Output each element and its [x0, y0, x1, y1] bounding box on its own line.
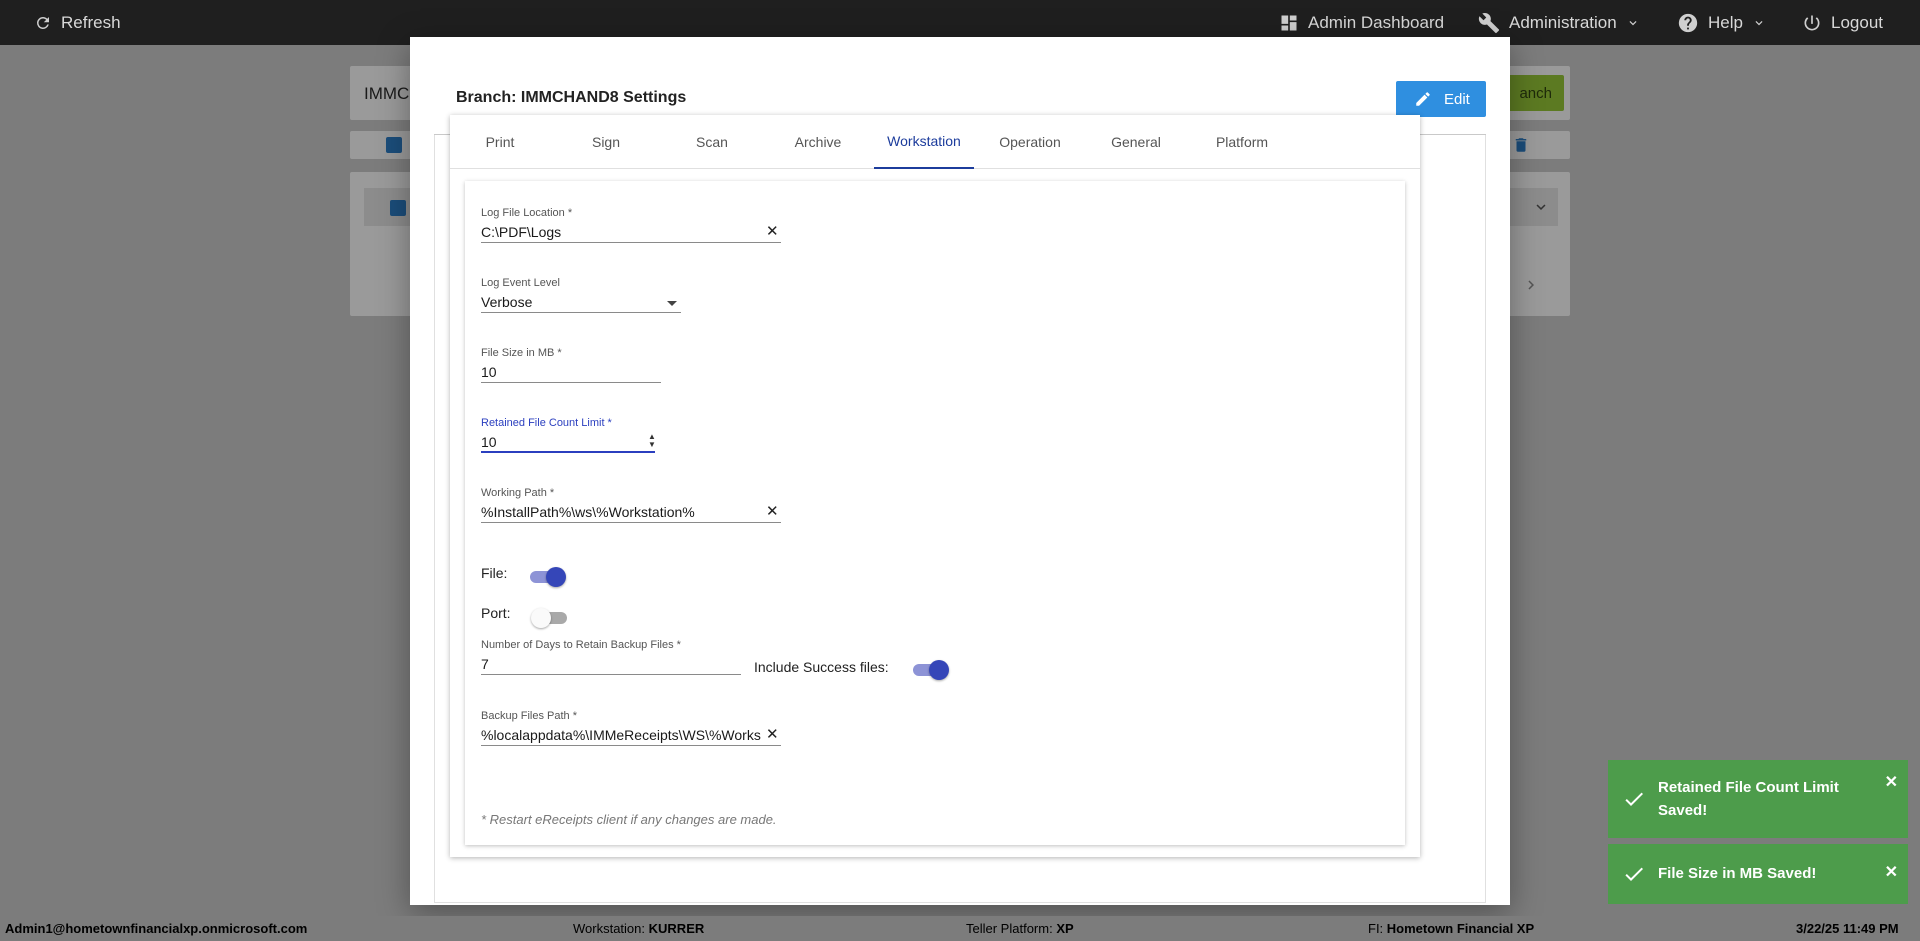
close-icon[interactable]: ✕ — [1885, 862, 1898, 882]
background-add-branch-label: anch — [1519, 84, 1552, 102]
underline-focused — [481, 451, 655, 453]
underline — [481, 674, 741, 675]
status-bar: Admin1@hometownfinancialxp.onmicrosoft.c… — [0, 916, 1920, 941]
clear-icon[interactable]: ✕ — [766, 222, 779, 240]
logout-button[interactable]: Logout — [1802, 0, 1883, 45]
underline — [481, 312, 681, 313]
logout-label: Logout — [1831, 12, 1883, 32]
pencil-icon — [1416, 92, 1430, 106]
edit-label: Edit — [1444, 90, 1470, 108]
log-file-location-input[interactable]: C:\PDF\Logs — [481, 224, 751, 240]
log-event-level-select[interactable]: Log Event Level Verbose — [481, 277, 681, 313]
backup-days-input[interactable]: 7 — [481, 656, 489, 672]
toast-message-line1: Retained File Count Limit — [1658, 779, 1839, 796]
retained-file-count-input[interactable]: 10 — [481, 434, 497, 450]
backup-days-label: Number of Days to Retain Backup Files * — [481, 639, 681, 651]
backup-path-input[interactable]: %localappdata%\IMMeReceipts\WS\%Works — [481, 727, 761, 743]
tab-scan[interactable]: Scan — [662, 115, 762, 169]
port-toggle[interactable] — [531, 607, 569, 628]
log-event-level-label: Log Event Level — [481, 277, 560, 289]
refresh-icon — [36, 16, 49, 29]
status-fi: FI: Hometown Financial XP — [1368, 921, 1535, 936]
file-toggle-label: File: — [481, 565, 508, 581]
chevron-right-icon[interactable] — [1522, 276, 1540, 294]
tab-operation[interactable]: Operation — [980, 115, 1080, 169]
close-icon[interactable]: ✕ — [1885, 772, 1898, 792]
working-path-field[interactable]: Working Path * %InstallPath%\ws\%Worksta… — [481, 487, 781, 523]
include-success-label: Include Success files: — [754, 659, 889, 675]
tab-platform[interactable]: Platform — [1192, 115, 1292, 169]
file-toggle[interactable] — [528, 566, 566, 587]
toast-message: File Size in MB Saved! — [1658, 865, 1817, 882]
underline — [481, 522, 781, 523]
background-select-all-checkbox[interactable] — [386, 137, 402, 153]
help-label: Help — [1708, 12, 1743, 32]
retained-file-count-label: Retained File Count Limit * — [481, 417, 612, 429]
settings-tab-card: Print Sign Scan Archive Workstation Oper… — [450, 115, 1420, 857]
dashboard-icon — [1281, 15, 1297, 30]
status-datetime: 3/22/25 11:49 PM — [1796, 921, 1899, 936]
dropdown-arrow-icon[interactable] — [667, 301, 677, 306]
retained-file-count-field[interactable]: Retained File Count Limit * 10 ▲ ▼ — [481, 417, 661, 453]
log-file-location-field[interactable]: Log File Location * C:\PDF\Logs ✕ — [481, 207, 781, 243]
edit-button[interactable]: Edit — [1396, 81, 1486, 117]
settings-tabs: Print Sign Scan Archive Workstation Oper… — [450, 115, 1420, 169]
tab-general[interactable]: General — [1086, 115, 1186, 169]
background-row-checkbox[interactable] — [390, 200, 406, 216]
workstation-settings-panel: Log File Location * C:\PDF\Logs ✕ Log Ev… — [465, 181, 1405, 845]
chevron-down-icon[interactable] — [1532, 198, 1550, 216]
clear-icon[interactable]: ✕ — [766, 502, 779, 520]
help-menu[interactable]: Help — [1677, 0, 1766, 45]
working-path-label: Working Path * — [481, 487, 555, 499]
toast-retained-count-saved: Retained File Count Limit Saved! ✕ — [1608, 760, 1908, 838]
working-path-input[interactable]: %InstallPath%\ws\%Workstation% — [481, 504, 751, 520]
backup-path-field[interactable]: Backup Files Path * %localappdata%\IMMeR… — [481, 710, 781, 746]
check-icon — [1625, 792, 1643, 806]
refresh-label: Refresh — [61, 12, 121, 32]
underline — [481, 745, 781, 746]
port-toggle-label: Port: — [481, 605, 511, 621]
status-teller-platform: Teller Platform: XP — [966, 921, 1074, 936]
help-icon — [1678, 13, 1698, 32]
admin-dashboard-label: Admin Dashboard — [1308, 12, 1445, 32]
tab-workstation[interactable]: Workstation — [874, 115, 974, 169]
administration-label: Administration — [1509, 12, 1617, 32]
background-delete-icon[interactable] — [1512, 135, 1530, 155]
log-file-location-label: Log File Location * — [481, 207, 573, 219]
log-event-level-value: Verbose — [481, 294, 533, 310]
file-size-mb-field[interactable]: File Size in MB * 10 — [481, 347, 661, 383]
chevron-down-icon — [1755, 20, 1763, 25]
file-size-mb-label: File Size in MB * — [481, 347, 562, 359]
backup-path-label: Backup Files Path * — [481, 710, 577, 722]
refresh-button[interactable]: Refresh — [34, 0, 121, 45]
underline — [481, 242, 781, 243]
backup-days-field[interactable]: Number of Days to Retain Backup Files * … — [481, 639, 741, 675]
file-size-mb-input[interactable]: 10 — [481, 364, 497, 380]
tab-print[interactable]: Print — [450, 115, 550, 169]
clear-icon[interactable]: ✕ — [766, 725, 779, 743]
status-user: Admin1@hometownfinancialxp.onmicrosoft.c… — [5, 921, 308, 936]
chevron-down-icon — [1629, 20, 1637, 25]
check-icon — [1625, 867, 1643, 881]
power-icon — [1804, 15, 1820, 30]
number-spinner-icon[interactable]: ▲ ▼ — [647, 433, 657, 449]
underline — [481, 382, 661, 383]
include-success-toggle[interactable] — [911, 659, 949, 680]
tab-sign[interactable]: Sign — [556, 115, 656, 169]
status-workstation: Workstation: KURRER — [573, 921, 705, 936]
tab-archive[interactable]: Archive — [768, 115, 868, 169]
modal-title: Branch: IMMCHAND8 Settings — [456, 89, 687, 106]
wrench-icon — [1478, 12, 1500, 33]
toast-file-size-saved: File Size in MB Saved! ✕ — [1608, 844, 1908, 904]
restart-note: * Restart eReceipts client if any change… — [481, 812, 777, 827]
branch-settings-modal: Branch: IMMCHAND8 Settings Edit Print Si… — [410, 37, 1510, 905]
toast-message-line2: Saved! — [1658, 802, 1708, 819]
